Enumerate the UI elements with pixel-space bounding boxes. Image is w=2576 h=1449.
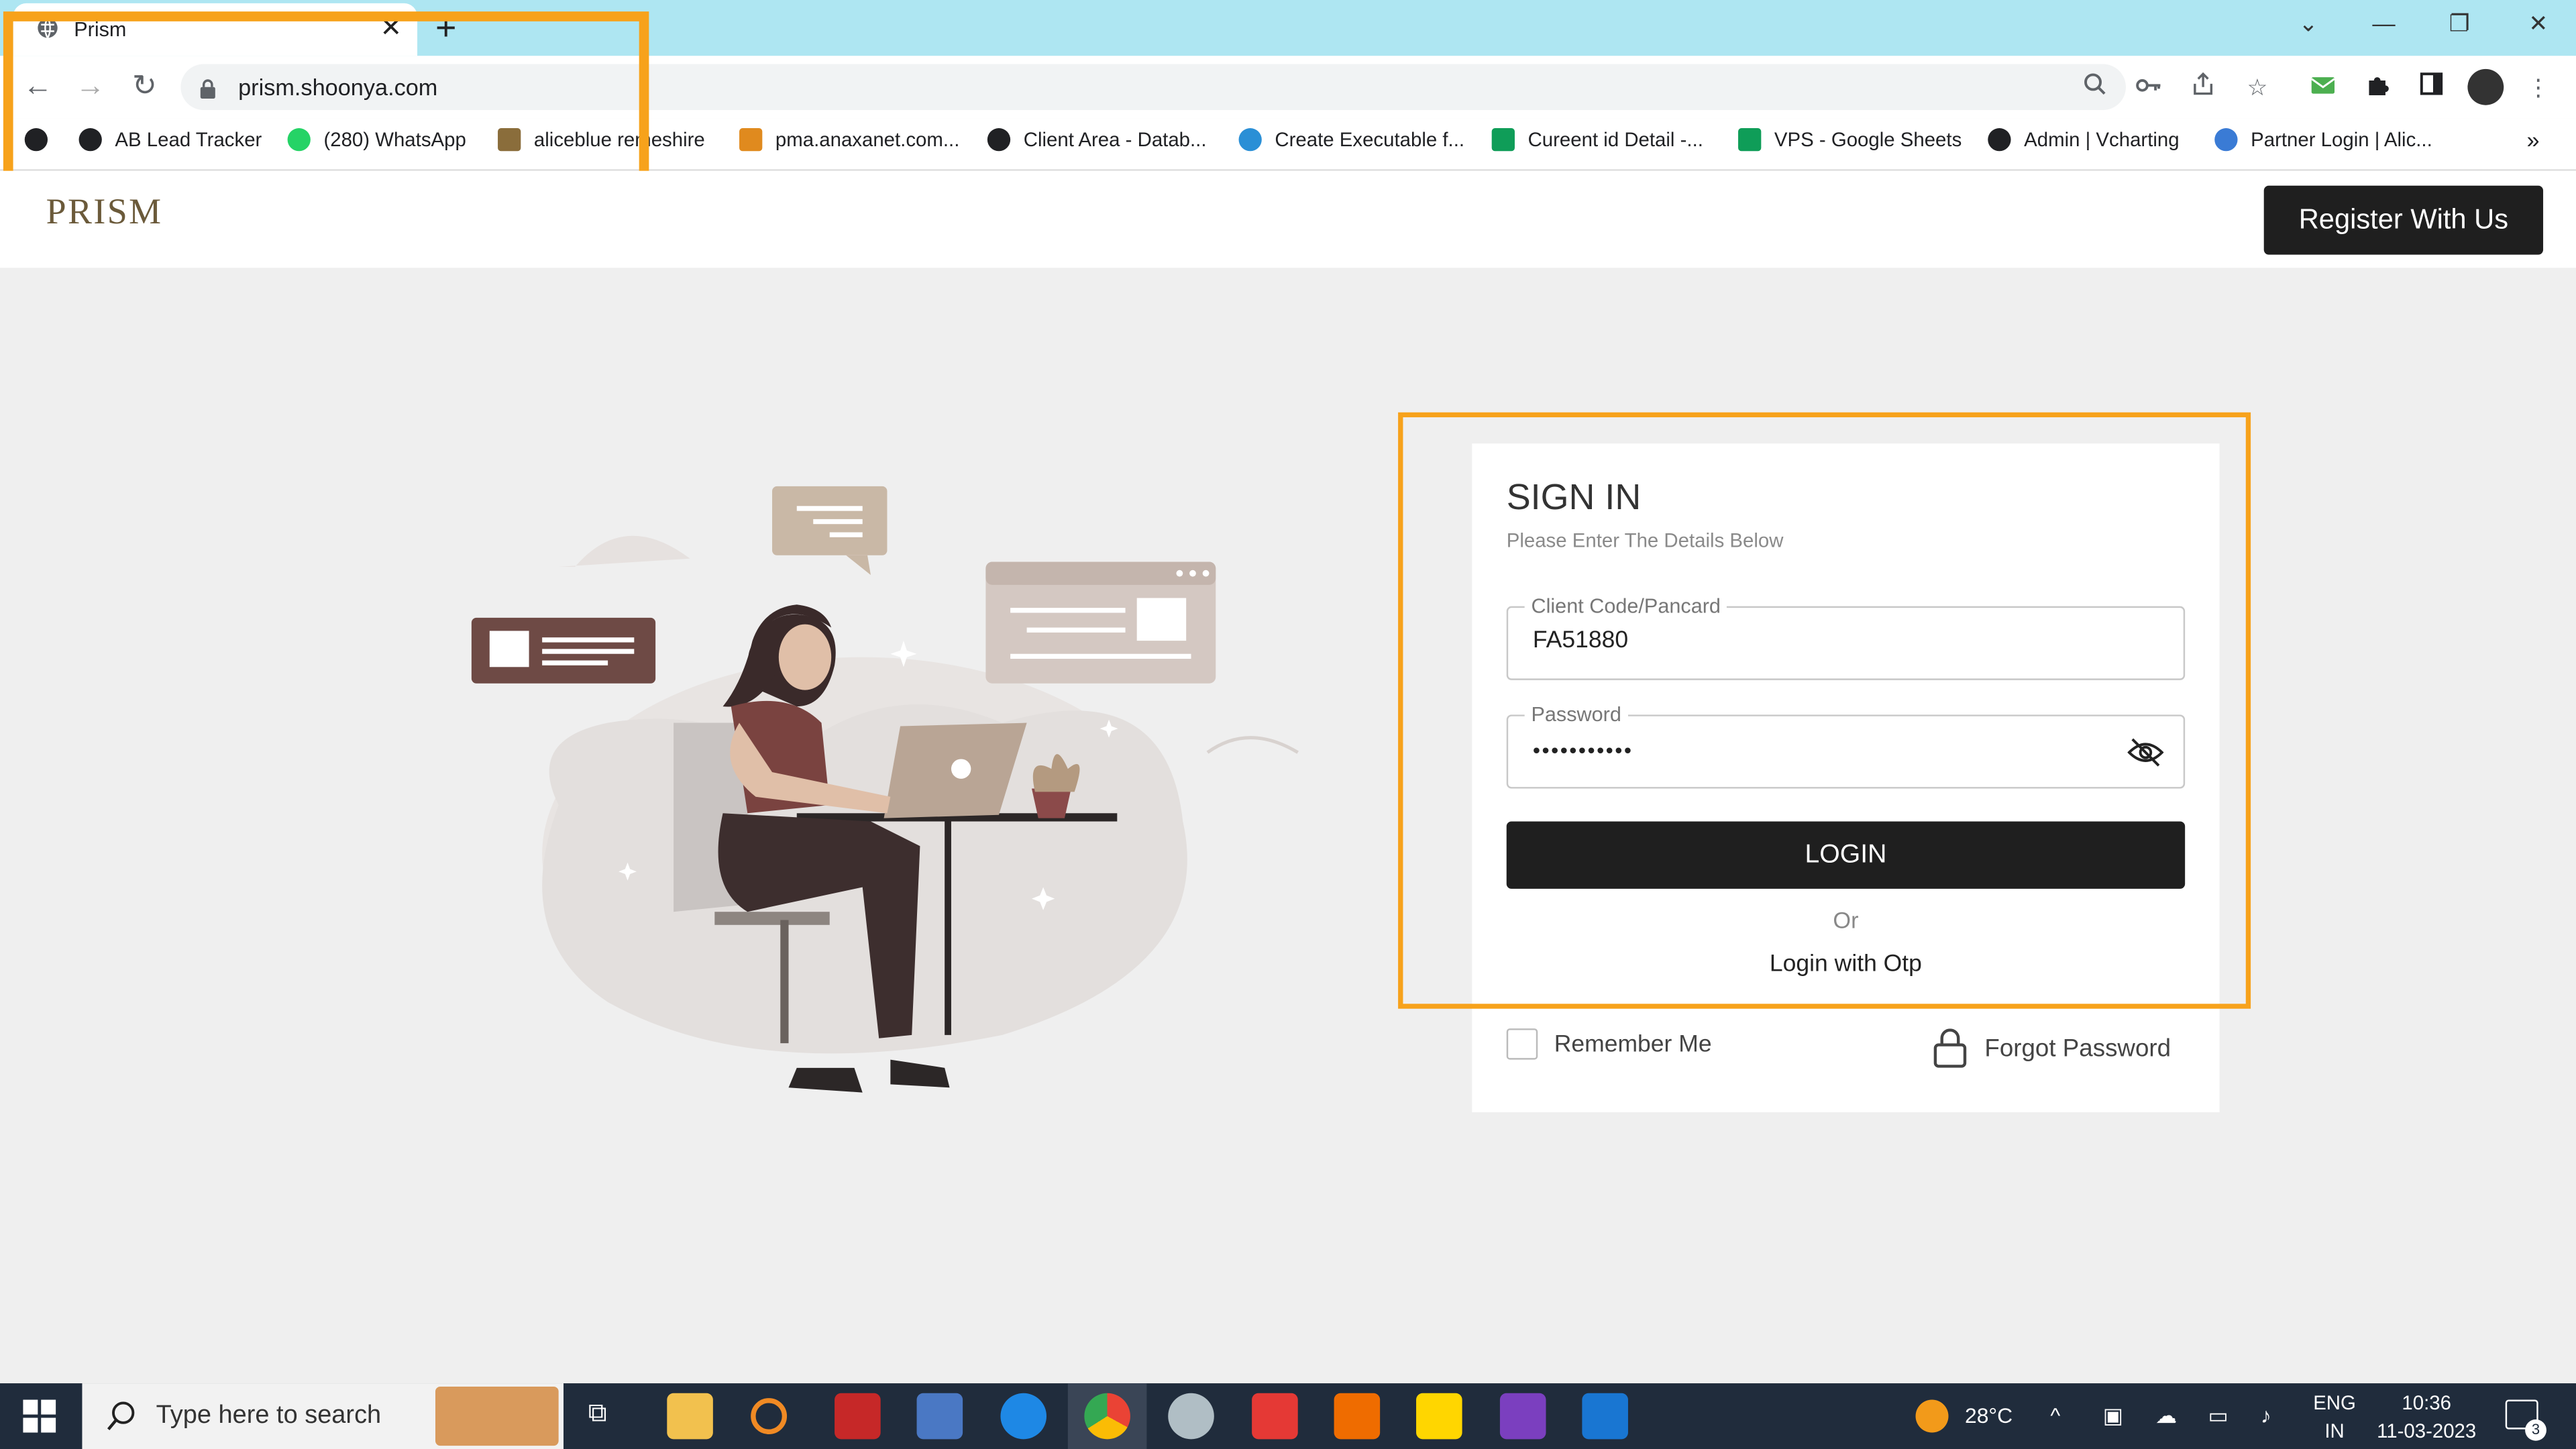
sheets-icon (1738, 128, 1762, 152)
language-bottom: IN (2324, 1419, 2345, 1443)
key-icon[interactable] (2134, 72, 2163, 102)
side-panel-icon[interactable] (2416, 72, 2446, 102)
remember-me[interactable]: Remember Me (1506, 1028, 1712, 1060)
onedrive-icon[interactable]: ☁ (2155, 1403, 2177, 1429)
tab-search-icon[interactable]: ⌄ (2284, 10, 2332, 38)
sticky-notes-icon[interactable] (1416, 1393, 1462, 1440)
chevron-up-icon[interactable]: ^ (2050, 1403, 2060, 1428)
anydesk-icon[interactable] (1252, 1393, 1298, 1440)
battery-icon[interactable]: ▭ (2208, 1403, 2228, 1429)
volume-icon[interactable]: ♪ (2261, 1403, 2271, 1428)
taskbar-search-box[interactable]: Type here to search (82, 1383, 564, 1449)
weather-sun-icon[interactable] (1915, 1399, 1949, 1433)
sheets-icon (1491, 128, 1515, 152)
visual-studio-icon[interactable] (1499, 1393, 1546, 1440)
profile-avatar[interactable] (2467, 68, 2504, 105)
bookmark-item[interactable]: Cureent id Detail -... (1491, 128, 1703, 152)
language-indicator[interactable]: ENG IN (2313, 1390, 2356, 1446)
zoom-search-icon[interactable] (2080, 72, 2109, 102)
xampp-icon[interactable] (1334, 1393, 1381, 1440)
bookmarks-overflow-button[interactable]: » (2527, 127, 2540, 153)
highlight-box-address (3, 11, 649, 186)
minimize-icon[interactable]: — (2359, 10, 2408, 36)
clock[interactable]: 10:36 11-03-2023 (2369, 1390, 2483, 1446)
site-header (0, 170, 2576, 268)
bookmark-item[interactable]: pma.anaxanet.com... (739, 128, 959, 152)
highlight-box-signin (1398, 412, 2251, 1009)
clock-date: 11-03-2023 (2377, 1419, 2477, 1443)
search-placeholder: Type here to search (156, 1401, 382, 1430)
lock-icon (1933, 1028, 1967, 1068)
task-view-icon[interactable]: ⧉ (588, 1400, 607, 1430)
notification-badge: 3 (2525, 1419, 2546, 1441)
clock-time: 10:36 (2402, 1391, 2451, 1415)
skype-icon[interactable] (1000, 1393, 1047, 1440)
bookmark-item[interactable]: Admin | Vcharting (1988, 128, 2180, 152)
search-highlight-image (435, 1386, 559, 1446)
fish-icon (1238, 128, 1262, 152)
menu-kebab-icon[interactable]: ⋮ (2524, 72, 2553, 102)
temperature-text[interactable]: 28°C (1965, 1403, 2012, 1428)
remember-me-label: Remember Me (1554, 1030, 1712, 1057)
restore-icon[interactable]: ❐ (2434, 10, 2483, 38)
file-explorer-icon[interactable] (667, 1393, 713, 1440)
link-icon (2214, 128, 2238, 152)
remember-me-checkbox[interactable] (1506, 1028, 1538, 1060)
bookmark-item[interactable]: Client Area - Datab... (987, 128, 1207, 152)
close-window-icon[interactable]: ✕ (2514, 10, 2563, 38)
extensions-puzzle-icon[interactable] (2363, 72, 2392, 102)
photos-icon[interactable] (1582, 1393, 1628, 1440)
remote-desktop-icon[interactable] (916, 1393, 963, 1440)
chrome-icon[interactable] (1084, 1393, 1130, 1440)
prism-logo[interactable]: PRISM (46, 191, 163, 233)
meet-now-icon[interactable]: ▣ (2103, 1403, 2123, 1429)
app-icon[interactable] (1168, 1393, 1214, 1440)
bookmark-item[interactable]: Partner Login | Alic... (2214, 128, 2432, 152)
bookmark-item[interactable]: Create Executable f... (1238, 128, 1464, 152)
windows-start-icon[interactable] (23, 1399, 56, 1441)
register-button[interactable]: Register With Us (2263, 185, 2544, 255)
bookmark-star-icon[interactable]: ☆ (2243, 72, 2272, 102)
extension-mail-icon[interactable] (2308, 72, 2338, 102)
forgot-password-label: Forgot Password (1984, 1034, 2171, 1063)
filezilla-icon[interactable] (835, 1393, 881, 1440)
globe-icon (1988, 128, 2011, 152)
pma-icon (739, 128, 763, 152)
language-top: ENG (2313, 1391, 2356, 1415)
search-app-icon[interactable] (751, 1398, 788, 1434)
globe-icon (987, 128, 1011, 152)
woman-laptop-illustration (471, 486, 1299, 1093)
search-icon (105, 1400, 138, 1441)
bookmark-item[interactable]: VPS - Google Sheets (1738, 128, 1962, 152)
forgot-password-link[interactable]: Forgot Password (1932, 1028, 2171, 1068)
share-icon[interactable] (2188, 72, 2218, 102)
